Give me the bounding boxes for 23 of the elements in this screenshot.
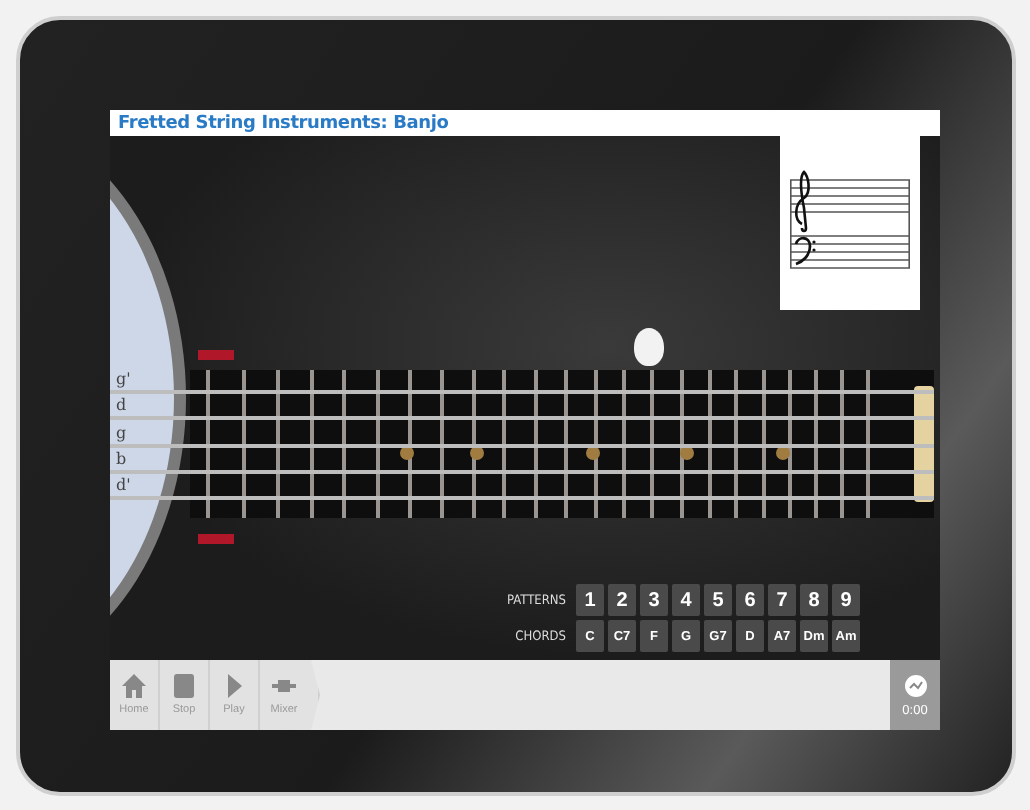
pattern-button[interactable]: 3 [640, 584, 668, 616]
home-icon [122, 674, 146, 698]
clock-icon [903, 673, 927, 697]
pattern-button[interactable]: 4 [672, 584, 700, 616]
pattern-button[interactable]: 6 [736, 584, 764, 616]
pattern-button[interactable]: 8 [800, 584, 828, 616]
tuning-peg [634, 328, 664, 366]
stop-icon [172, 674, 196, 698]
pattern-button[interactable]: 9 [832, 584, 860, 616]
window-title: Fretted String Instruments: Banjo [118, 113, 449, 133]
marker [198, 350, 234, 360]
string-label: d [116, 396, 127, 415]
string-label: g [116, 423, 127, 442]
pattern-button[interactable]: 5 [704, 584, 732, 616]
string-label: g' [116, 370, 131, 388]
string-label: d' [116, 476, 131, 495]
string-label: b [116, 449, 127, 468]
mixer-icon [272, 674, 296, 698]
pattern-button[interactable]: 7 [768, 584, 796, 616]
marker [198, 534, 234, 544]
pattern-button[interactable]: 1 [576, 584, 604, 616]
play-icon [222, 674, 246, 698]
pattern-button[interactable]: 2 [608, 584, 636, 616]
